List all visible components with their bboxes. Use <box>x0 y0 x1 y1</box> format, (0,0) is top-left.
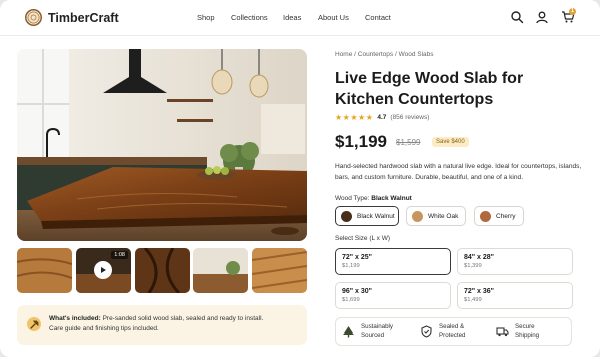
size-price: $1,399 <box>464 263 482 269</box>
product-page: TimberCraft Shop Collections Ideas About… <box>0 0 600 357</box>
white-oak-swatch-icon <box>412 210 423 222</box>
black-walnut-swatch-icon <box>341 210 352 222</box>
current-price: $1,199 <box>335 132 387 151</box>
truck-icon <box>496 327 509 337</box>
wood-ring-logo-icon <box>25 9 42 26</box>
user-icon[interactable] <box>535 10 549 24</box>
feature-line2: Shipping <box>515 331 540 339</box>
size-option-84x28[interactable]: 84" x 28" $1,399 <box>457 248 573 275</box>
wood-option-black-walnut[interactable]: Black Walnut <box>335 206 399 226</box>
gallery-thumb-4[interactable] <box>193 248 248 293</box>
whats-included-box: What's included: Pre-sanded solid wood s… <box>17 305 307 345</box>
size-option-72x25[interactable]: 72" x 25" $1,199 <box>335 248 451 275</box>
shield-check-icon <box>421 325 432 338</box>
feature-sealed-protected: Sealed & Protected <box>420 323 465 340</box>
nav-collections[interactable]: Collections <box>231 13 268 22</box>
gallery-thumb-1[interactable] <box>17 248 72 293</box>
size-price: $1,199 <box>342 263 360 269</box>
feature-secure-shipping: Secure Shipping <box>496 323 539 340</box>
feature-line2: Sourced <box>361 331 385 339</box>
wood-type-selected: Black Walnut <box>371 195 412 202</box>
feature-sustainably-sourced: Sustainably Sourced <box>342 323 393 340</box>
product-title: Live Edge Wood Slab for Kitchen Countert… <box>335 70 524 108</box>
nav-ideas[interactable]: Ideas <box>283 13 301 22</box>
cherry-swatch-icon <box>480 210 491 222</box>
wood-option-label: Cherry <box>496 212 516 220</box>
size-price: $1,499 <box>464 297 482 303</box>
wood-option-label: Black Walnut <box>357 212 395 220</box>
nav-shop[interactable]: Shop <box>197 13 215 22</box>
tree-icon <box>343 326 354 338</box>
size-option-72x36[interactable]: 72" x 36" $1,499 <box>457 282 573 309</box>
star-rating-icon: ★★★★★ <box>335 113 374 122</box>
rating-row[interactable]: ★★★★★ 4.7 (856 reviews) <box>335 113 429 122</box>
wood-option-cherry[interactable]: Cherry <box>474 206 524 226</box>
feature-line2: Protected <box>439 331 466 339</box>
rating-value: 4.7 <box>377 114 387 121</box>
size-name: 72" x 25" <box>342 254 372 261</box>
wood-type-label-text: Wood Type: <box>335 195 370 202</box>
savings-badge: Save $400 <box>432 137 469 147</box>
included-text-2: Care guide and finishing tips included. <box>49 325 159 332</box>
feature-line1: Sustainably <box>361 323 393 330</box>
feature-badges: Sustainably Sourced Sealed & Protected S… <box>335 317 572 346</box>
original-price: $1,599 <box>396 138 421 147</box>
nav-contact[interactable]: Contact <box>365 13 391 22</box>
review-count[interactable]: (856 reviews) <box>390 114 429 121</box>
brand-logo[interactable]: TimberCraft <box>25 9 119 26</box>
size-price: $1,699 <box>342 297 360 303</box>
feature-line1: Secure <box>515 323 535 330</box>
brand-name: TimberCraft <box>48 10 119 25</box>
size-label: Select Size (L x W) <box>335 235 391 242</box>
cart-count-badge: 1 <box>569 8 576 15</box>
size-name: 84" x 28" <box>464 254 494 261</box>
size-option-96x30[interactable]: 96" x 30" $1,699 <box>335 282 451 309</box>
feature-line1: Sealed & <box>439 323 465 330</box>
included-title: What's included: <box>49 315 101 322</box>
gallery-thumb-video[interactable]: 1:08 <box>76 248 131 293</box>
site-header: TimberCraft Shop Collections Ideas About… <box>0 0 600 36</box>
gallery-thumb-3[interactable] <box>135 248 190 293</box>
tools-icon <box>27 317 41 331</box>
size-name: 72" x 36" <box>464 288 494 295</box>
play-icon[interactable] <box>94 261 112 279</box>
wood-option-white-oak[interactable]: White Oak <box>406 206 466 226</box>
gallery-thumb-5[interactable] <box>252 248 307 293</box>
product-description: Hand-selected hardwood slab with a natur… <box>335 163 582 181</box>
video-duration: 1:08 <box>111 251 128 259</box>
included-text: Pre-sanded solid wood slab, sealed and r… <box>102 315 264 322</box>
breadcrumb[interactable]: Home / Countertops / Wood Slabs <box>335 51 434 58</box>
main-product-image[interactable] <box>17 49 307 241</box>
wood-type-label: Wood Type: Black Walnut <box>335 195 412 202</box>
size-name: 96" x 30" <box>342 288 372 295</box>
nav-about-us[interactable]: About Us <box>318 13 349 22</box>
wood-option-label: White Oak <box>428 212 459 220</box>
search-icon[interactable] <box>510 10 524 24</box>
